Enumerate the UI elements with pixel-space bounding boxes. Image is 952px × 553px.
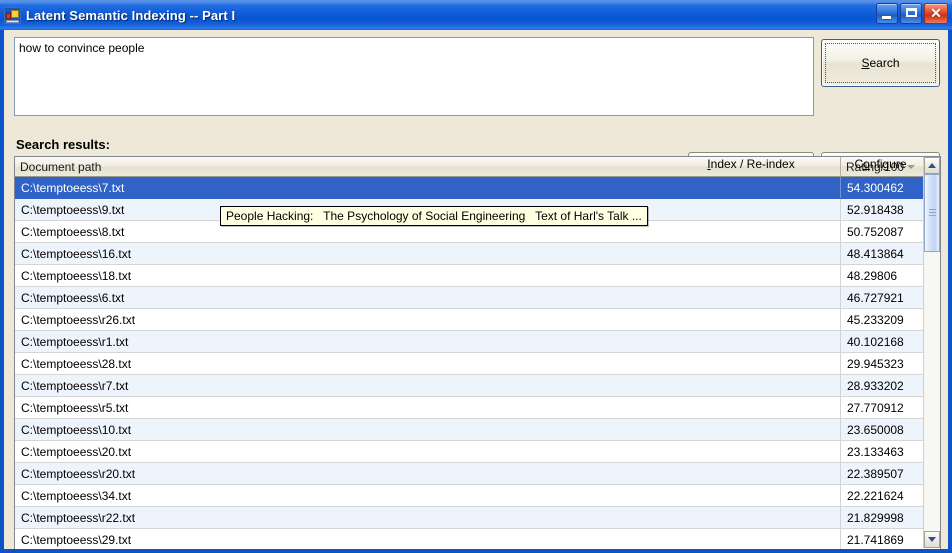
icon-base-bar (6, 19, 19, 23)
cell-document-path: C:\temptoeess\6.txt (15, 287, 841, 308)
cell-rating: 46.727921 (847, 290, 904, 305)
icon-yellow-square (11, 9, 19, 18)
table-row[interactable]: C:\temptoeess\34.txt 22.221624 (15, 485, 923, 507)
cell-rating: 52.918438 (847, 202, 904, 217)
cell-document-path: C:\temptoeess\r5.txt (15, 397, 841, 418)
configure-button-label: Configure (854, 156, 907, 171)
scrollbar-grip-icon (929, 209, 936, 217)
grid-rows-container: C:\temptoeess\7.txt 54.300462 C:\temptoees… (15, 177, 923, 549)
cell-rating: 50.752087 (847, 224, 904, 239)
cell-document-path: C:\temptoeess\r1.txt (15, 331, 841, 352)
window-title: Latent Semantic Indexing -- Part I (26, 7, 236, 23)
client-area: Search Index / Re-index Configure Search… (4, 30, 948, 549)
chevron-up-icon (928, 163, 936, 168)
table-row[interactable]: C:\temptoeess\r1.txt 40.102168 (15, 331, 923, 353)
chevron-down-icon (928, 537, 936, 542)
scrollbar-thumb[interactable] (924, 174, 940, 252)
cell-rating: 45.233209 (847, 312, 904, 327)
table-row[interactable]: C:\temptoeess\6.txt 46.727921 (15, 287, 923, 309)
cell-rating: 48.29806 (847, 268, 898, 283)
table-row[interactable]: C:\temptoeess\r22.txt 21.829998 (15, 507, 923, 529)
cell-rating: 48.413864 (847, 246, 904, 261)
maximize-button[interactable] (900, 3, 922, 24)
row-tooltip: People Hacking: The Psychology of Social… (220, 206, 648, 226)
cell-document-path: C:\temptoeess\18.txt (15, 265, 841, 286)
cell-document-path: C:\temptoeess\10.txt (15, 419, 841, 440)
table-row[interactable]: C:\temptoeess\r20.txt 22.389507 (15, 463, 923, 485)
table-row[interactable]: C:\temptoeess\29.txt 21.741869 (15, 529, 923, 549)
window-bottom-border (0, 549, 952, 553)
cell-rating: 22.221624 (847, 488, 904, 503)
maximize-icon (906, 8, 917, 17)
index-reindex-button-label: Index / Re-index (707, 156, 795, 171)
window-controls: ✕ (876, 3, 948, 24)
table-row[interactable]: C:\temptoeess\16.txt 48.413864 (15, 243, 923, 265)
cell-rating: 54.300462 (847, 180, 904, 195)
search-button-label: Search (861, 56, 900, 70)
table-row[interactable]: C:\temptoeess\18.txt 48.29806 (15, 265, 923, 287)
minimize-button[interactable] (876, 3, 898, 24)
cell-document-path: C:\temptoeess\16.txt (15, 243, 841, 264)
minimize-icon (882, 16, 891, 19)
cell-document-path: C:\temptoeess\r20.txt (15, 463, 841, 484)
cell-document-path: C:\temptoeess\r26.txt (15, 309, 841, 330)
table-row[interactable]: C:\temptoeess\r5.txt 27.770912 (15, 397, 923, 419)
cell-rating: 29.945323 (847, 356, 904, 371)
table-row[interactable]: C:\temptoeess\r26.txt 45.233209 (15, 309, 923, 331)
table-row[interactable]: C:\temptoeess\20.txt 23.133463 (15, 441, 923, 463)
cell-document-path: C:\temptoeess\34.txt (15, 485, 841, 506)
cell-rating: 21.741869 (847, 532, 904, 547)
search-results-label: Search results: (16, 137, 110, 152)
close-icon: ✕ (930, 5, 942, 21)
search-button[interactable]: Search (821, 39, 940, 87)
title-bar[interactable]: Latent Semantic Indexing -- Part I ✕ (0, 0, 952, 30)
cell-document-path: C:\temptoeess\29.txt (15, 529, 841, 549)
icon-red-square (6, 12, 11, 19)
close-button[interactable]: ✕ (924, 3, 948, 24)
table-row[interactable]: C:\temptoeess\28.txt 29.945323 (15, 353, 923, 375)
results-scrollbar[interactable] (923, 157, 940, 548)
search-query-input[interactable] (14, 37, 814, 116)
cell-rating: 28.933202 (847, 378, 904, 393)
cell-rating: 22.389507 (847, 466, 904, 481)
grid-header-row: Document path Rating/100 (15, 157, 940, 177)
cell-document-path: C:\temptoeess\r7.txt (15, 375, 841, 396)
scroll-up-button[interactable] (924, 157, 940, 174)
titlebar-glow (0, 0, 952, 5)
scroll-down-button[interactable] (924, 531, 940, 548)
cell-document-path: C:\temptoeess\28.txt (15, 353, 841, 374)
cell-rating: 23.650008 (847, 422, 904, 437)
cell-rating: 40.102168 (847, 334, 904, 349)
table-row[interactable]: C:\temptoeess\7.txt 54.300462 (15, 177, 923, 199)
cell-document-path: C:\temptoeess\7.txt (15, 177, 841, 198)
cell-document-path: C:\temptoeess\r22.txt (15, 507, 841, 528)
table-row[interactable]: C:\temptoeess\10.txt 23.650008 (15, 419, 923, 441)
cell-rating: 21.829998 (847, 510, 904, 525)
application-icon (4, 6, 21, 24)
table-row[interactable]: C:\temptoeess\r7.txt 28.933202 (15, 375, 923, 397)
cell-rating: 27.770912 (847, 400, 904, 415)
chevron-down-icon[interactable] (907, 165, 915, 169)
application-window: Latent Semantic Indexing -- Part I ✕ Sea… (0, 0, 952, 553)
cell-document-path: C:\temptoeess\20.txt (15, 441, 841, 462)
cell-rating: 23.133463 (847, 444, 904, 459)
